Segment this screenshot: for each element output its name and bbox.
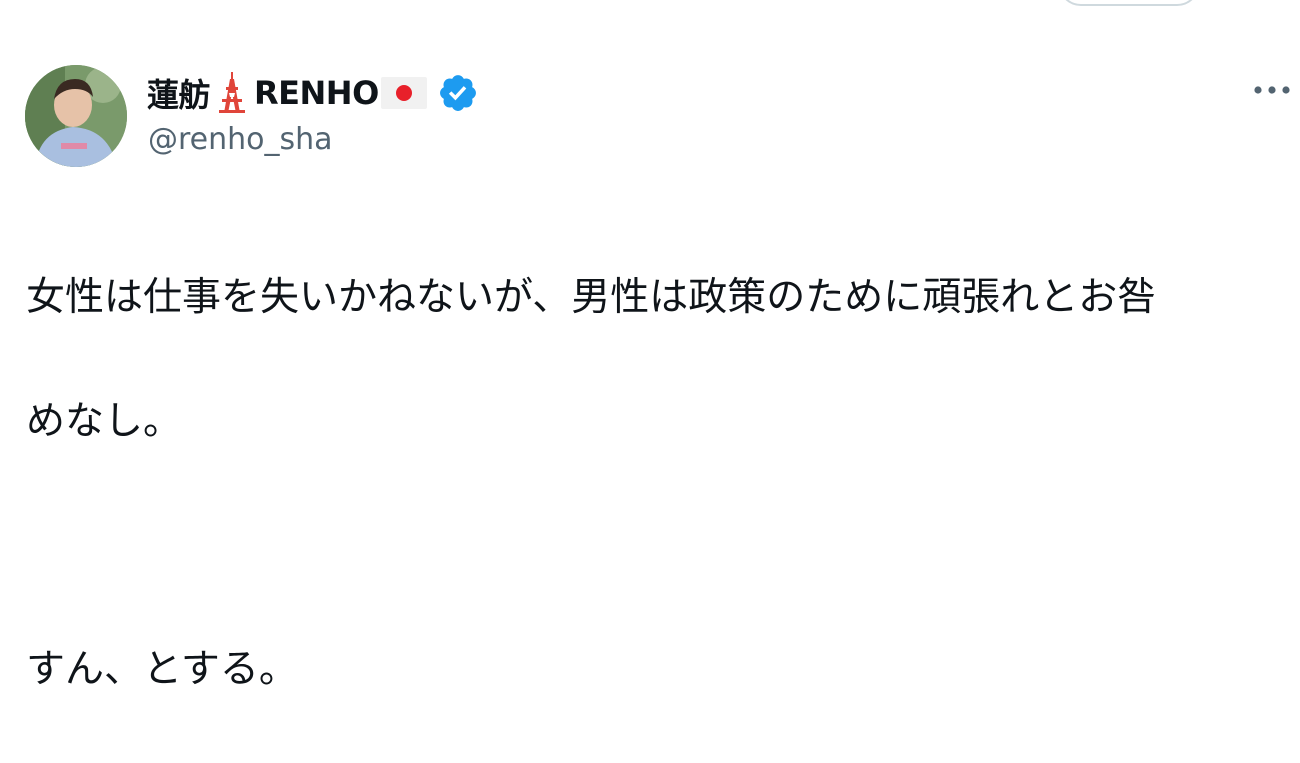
tweet-text: 女性は仕事を失いかねないが、男性は政策のために頑張れとお咎 めなし。 すん、とす… (26, 205, 1276, 763)
more-button[interactable] (1250, 74, 1294, 106)
tweet: 蓮舫 RENHO @renho_sha 女性は仕事を失いかねないが、男性は政策の… (0, 0, 1300, 692)
verified-badge-icon[interactable] (437, 72, 479, 114)
tokyo-tower-icon (212, 71, 252, 115)
japan-flag-icon (380, 77, 427, 109)
avatar[interactable] (25, 65, 127, 167)
tweet-text-line: 女性は仕事を失いかねないが、男性は政策のために頑張れとお咎 (26, 275, 1157, 320)
avatar-image (25, 65, 127, 167)
more-horizontal-icon (1254, 86, 1290, 94)
author-handle[interactable]: @renho_sha (148, 122, 333, 157)
author-name-latin[interactable]: RENHO (254, 74, 379, 112)
tweet-text-line: すん、とする。 (26, 647, 298, 692)
author-name-row[interactable]: 蓮舫 RENHO (147, 70, 479, 116)
tweet-text-line: めなし。 (26, 399, 183, 444)
author-name[interactable]: 蓮舫 (147, 70, 211, 116)
